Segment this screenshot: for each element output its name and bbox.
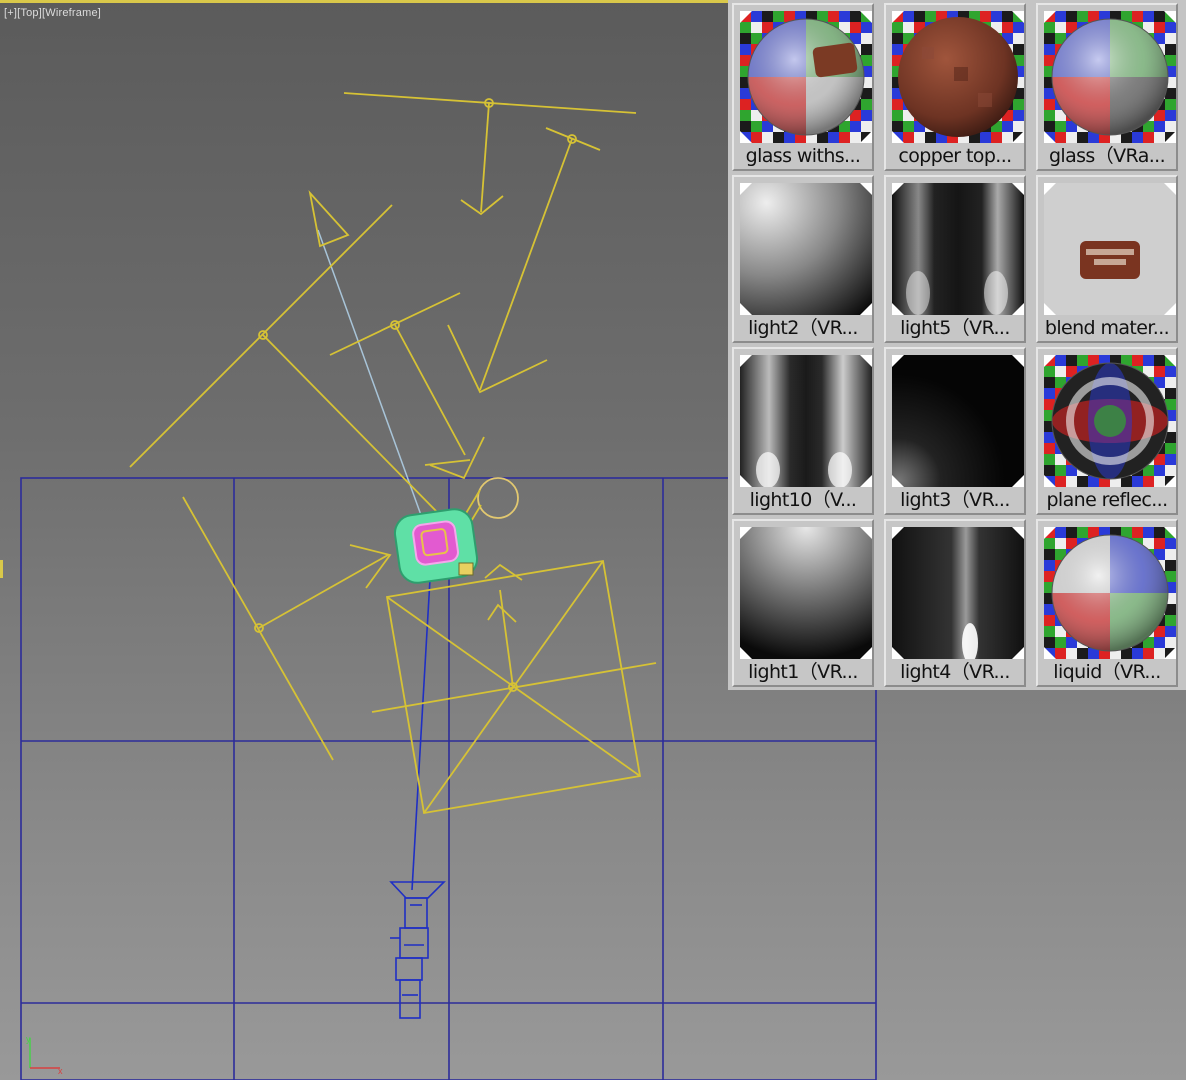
gradient-dual-bars-bright-icon bbox=[740, 355, 872, 487]
material-slot-name: light1（VR... bbox=[748, 661, 858, 683]
material-slot-name: light10（V... bbox=[749, 489, 857, 511]
axis-gizmo: y x bbox=[26, 1034, 63, 1076]
checker-sphere-icon bbox=[1044, 527, 1176, 659]
axis-y-label: y bbox=[26, 1034, 31, 1044]
material-editor-slots: glass withs... copper top... glass（VRa..… bbox=[728, 0, 1186, 690]
material-slot[interactable]: light5（VR... bbox=[884, 175, 1026, 343]
axis-x-label: x bbox=[58, 1066, 63, 1076]
material-slot-name: liquid（VR... bbox=[1053, 661, 1161, 683]
material-slot[interactable]: blend mater... bbox=[1036, 175, 1178, 343]
material-slot-name: blend mater... bbox=[1044, 317, 1170, 339]
reflective-sphere-icon bbox=[1044, 355, 1176, 487]
camera-view-line bbox=[411, 544, 433, 891]
material-slot[interactable]: light1（VR... bbox=[732, 519, 874, 687]
copper-sphere-icon bbox=[892, 11, 1024, 143]
selected-bottle-object bbox=[393, 508, 479, 584]
material-slot[interactable]: light4（VR... bbox=[884, 519, 1026, 687]
material-slot-name: glass（VRa... bbox=[1048, 145, 1166, 167]
material-slot-name: light4（VR... bbox=[900, 661, 1010, 683]
material-slot-name: glass withs... bbox=[745, 145, 861, 167]
material-slot[interactable]: light2（VR... bbox=[732, 175, 874, 343]
material-slot[interactable]: liquid（VR... bbox=[1036, 519, 1178, 687]
gradient-spot-icon bbox=[892, 527, 1024, 659]
material-slot[interactable]: light10（V... bbox=[732, 347, 874, 515]
material-slot[interactable]: light3（VR... bbox=[884, 347, 1026, 515]
gradient-dark-corner-icon bbox=[892, 355, 1024, 487]
checker-sphere-label-icon bbox=[740, 11, 872, 143]
camera-target-line bbox=[317, 229, 431, 541]
gradient-top-glow-icon bbox=[740, 527, 872, 659]
material-slot-name: copper top... bbox=[898, 145, 1012, 167]
material-slot[interactable]: glass（VRa... bbox=[1036, 3, 1178, 171]
gradient-corner-icon bbox=[740, 183, 872, 315]
material-slot[interactable]: copper top... bbox=[884, 3, 1026, 171]
material-slot-name: light5（VR... bbox=[900, 317, 1010, 339]
material-slot[interactable]: glass withs... bbox=[732, 3, 874, 171]
material-slot-name: light3（VR... bbox=[900, 489, 1010, 511]
label-patch-icon bbox=[1044, 183, 1176, 315]
checker-sphere-icon bbox=[1044, 11, 1176, 143]
viewport-label[interactable]: [+][Top][Wireframe] bbox=[4, 7, 101, 19]
material-slot-name: light2（VR... bbox=[748, 317, 858, 339]
vray-lights bbox=[129, 92, 657, 815]
material-slot[interactable]: plane reflec... bbox=[1036, 347, 1178, 515]
material-slot-name: plane reflec... bbox=[1046, 489, 1168, 511]
camera-object bbox=[389, 881, 446, 1019]
gradient-dual-bars-icon bbox=[892, 183, 1024, 315]
